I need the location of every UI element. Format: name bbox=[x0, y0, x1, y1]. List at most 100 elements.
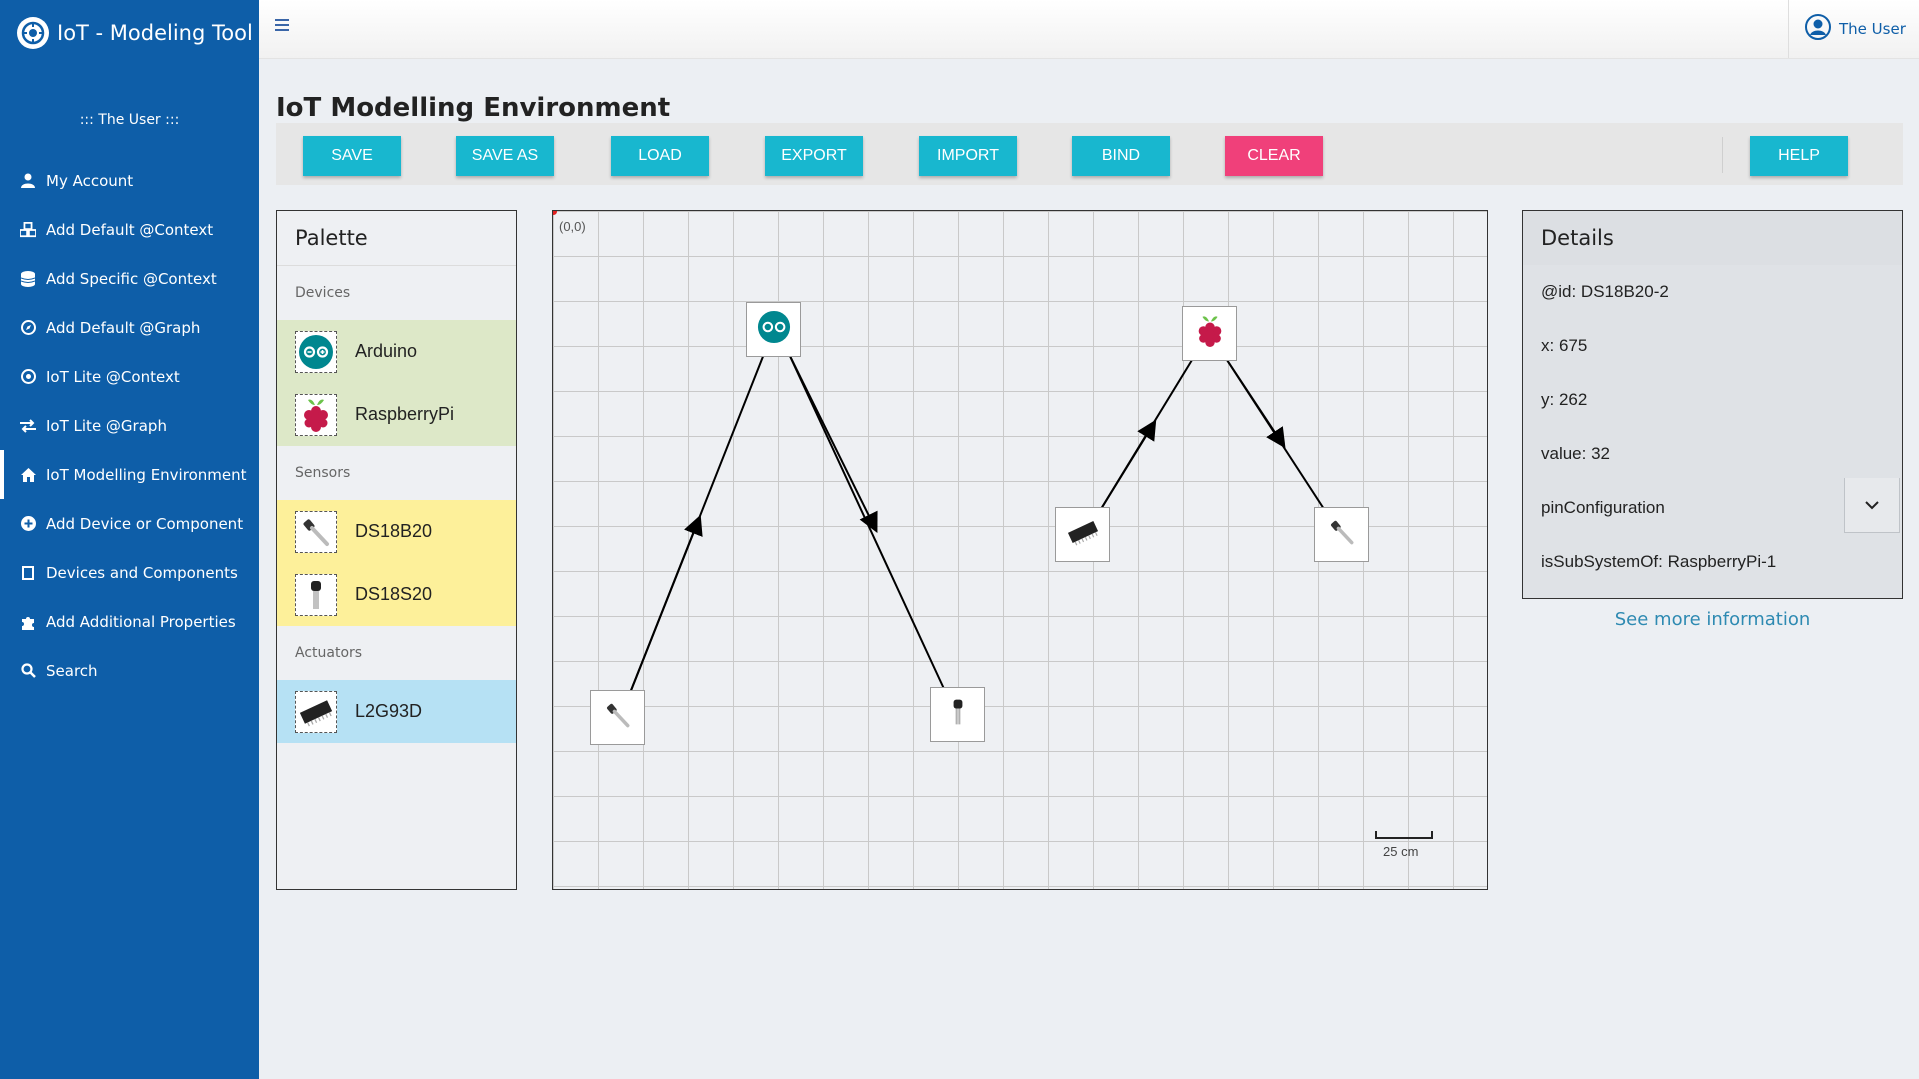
sidebar-item-iot-lite-graph[interactable]: IoT Lite @Graph bbox=[0, 401, 259, 450]
search-icon bbox=[20, 663, 36, 679]
sidebar-item-label: My Account bbox=[46, 171, 134, 190]
details-title: Details bbox=[1523, 211, 1902, 265]
exchange-icon bbox=[20, 418, 36, 434]
top-user-menu[interactable]: The User bbox=[1788, 0, 1919, 58]
sidebar-item-add-specific-context[interactable]: Add Specific @Context bbox=[0, 254, 259, 303]
arduino-icon bbox=[757, 310, 791, 349]
temperature-sensor-icon bbox=[295, 573, 337, 616]
home-icon bbox=[20, 467, 36, 483]
detail-value: value: 32 bbox=[1541, 444, 1610, 463]
sidebar-item-label: Devices and Components bbox=[46, 563, 238, 582]
sidebar-item-add-device-or-component[interactable]: Add Device or Component bbox=[0, 499, 259, 548]
raspberry-pi-icon bbox=[295, 393, 337, 436]
save-as-button[interactable]: SAVE AS bbox=[456, 136, 554, 176]
palette-item-ds18b20[interactable]: DS18B20 bbox=[277, 500, 516, 563]
sidebar-item-label: Add Device or Component bbox=[46, 514, 244, 533]
plus-circle-icon bbox=[20, 516, 36, 532]
palette-item-arduino[interactable]: Arduino bbox=[277, 320, 516, 383]
canvas-node-ds18b20-1[interactable] bbox=[590, 690, 645, 745]
sidebar-item-iot-modelling-environment[interactable]: IoT Modelling Environment bbox=[0, 450, 259, 499]
detail-y: y: 262 bbox=[1541, 390, 1588, 409]
save-button[interactable]: SAVE bbox=[303, 136, 401, 176]
bind-button[interactable]: BIND bbox=[1072, 136, 1170, 176]
ic-chip-icon bbox=[1066, 518, 1100, 551]
detail-sub-system-of: isSubSystemOf: RaspberryPi-1 bbox=[1541, 552, 1777, 571]
top-bar: The User bbox=[259, 0, 1919, 59]
help-button[interactable]: HELP bbox=[1750, 136, 1848, 176]
app-logo-icon bbox=[17, 17, 49, 49]
arduino-icon bbox=[295, 330, 337, 373]
sidebar-item-iot-lite-context[interactable]: IoT Lite @Context bbox=[0, 352, 259, 401]
palette-item-label: DS18B20 bbox=[355, 521, 433, 541]
scale-label: 25 cm bbox=[1383, 844, 1419, 859]
sidebar-item-my-account[interactable]: My Account bbox=[0, 156, 259, 205]
brand[interactable]: IoT - Modeling Tool bbox=[17, 16, 253, 50]
sidebar-item-label: IoT Modelling Environment bbox=[46, 465, 247, 484]
export-button[interactable]: EXPORT bbox=[765, 136, 863, 176]
sidebar: IoT - Modeling Tool ::: The User ::: My … bbox=[0, 0, 259, 1079]
sidebar-item-label: Search bbox=[46, 661, 98, 680]
clear-button[interactable]: CLEAR bbox=[1225, 136, 1323, 176]
user-avatar-icon bbox=[1805, 14, 1831, 44]
temperature-probe-icon bbox=[295, 510, 337, 553]
database-icon bbox=[20, 270, 36, 287]
temperature-probe-icon bbox=[1327, 517, 1357, 552]
sidebar-item-label: Add Specific @Context bbox=[46, 269, 217, 288]
app-title: IoT - Modeling Tool bbox=[57, 21, 253, 45]
details-panel: Details @id: DS18B20-2 x: 675 y: 262 val… bbox=[1522, 210, 1903, 599]
modeling-canvas[interactable]: (0,0) 25 cm bbox=[552, 210, 1488, 890]
top-user-name: The User bbox=[1839, 20, 1906, 38]
raspberry-pi-icon bbox=[1193, 312, 1227, 355]
origin-label: (0,0) bbox=[559, 219, 586, 234]
detail-id: @id: DS18B20-2 bbox=[1541, 282, 1669, 301]
user-icon bbox=[20, 173, 36, 189]
canvas-node-ds18s20[interactable] bbox=[930, 687, 985, 742]
cubes-icon bbox=[20, 221, 36, 238]
palette-section-devices: Devices bbox=[295, 285, 351, 301]
sidebar-item-add-additional-properties[interactable]: Add Additional Properties bbox=[0, 597, 259, 646]
page-title: IoT Modelling Environment bbox=[276, 93, 671, 123]
scale-bar bbox=[1375, 831, 1433, 839]
toolbar-divider bbox=[1722, 137, 1723, 173]
chevron-down-icon[interactable] bbox=[1844, 478, 1900, 533]
canvas-node-ds18b20-2[interactable] bbox=[1314, 507, 1369, 562]
palette-item-ds18s20[interactable]: DS18S20 bbox=[277, 563, 516, 626]
temperature-sensor-icon bbox=[943, 695, 973, 734]
sidebar-user-banner: ::: The User ::: bbox=[79, 112, 180, 128]
square-icon bbox=[20, 565, 36, 581]
sidebar-item-devices-and-components[interactable]: Devices and Components bbox=[0, 548, 259, 597]
target-icon bbox=[20, 369, 36, 385]
sidebar-item-label: Add Additional Properties bbox=[46, 612, 236, 631]
palette-item-label: Arduino bbox=[355, 341, 418, 361]
sidebar-item-add-default-graph[interactable]: Add Default @Graph bbox=[0, 303, 259, 352]
link-arduino-to-sensor bbox=[788, 353, 946, 692]
sidebar-item-label: Add Default @Graph bbox=[46, 318, 201, 337]
palette-item-label: DS18S20 bbox=[355, 584, 433, 604]
palette-panel: Palette Devices Arduino RaspberryPi Sens… bbox=[276, 210, 517, 890]
load-button[interactable]: LOAD bbox=[611, 136, 709, 176]
sidebar-item-search[interactable]: Search bbox=[0, 646, 259, 695]
hamburger-menu-icon[interactable] bbox=[275, 19, 289, 31]
canvas-node-raspberrypi[interactable] bbox=[1182, 306, 1237, 361]
sidebar-item-label: IoT Lite @Context bbox=[46, 367, 180, 386]
sidebar-item-label: IoT Lite @Graph bbox=[46, 416, 167, 435]
palette-title: Palette bbox=[277, 211, 516, 266]
palette-item-raspberrypi[interactable]: RaspberryPi bbox=[277, 383, 516, 446]
ic-chip-icon bbox=[295, 690, 337, 733]
palette-item-label: RaspberryPi bbox=[355, 404, 455, 424]
import-button[interactable]: IMPORT bbox=[919, 136, 1017, 176]
see-more-information-link[interactable]: See more information bbox=[1522, 609, 1903, 630]
pin-configuration-dropdown[interactable]: pinConfiguration bbox=[1523, 478, 1902, 535]
sidebar-menu: My Account Add Default @Context Add Spec… bbox=[0, 156, 259, 695]
palette-item-l2g93d[interactable]: L2G93D bbox=[277, 680, 516, 743]
palette-section-actuators: Actuators bbox=[295, 645, 363, 661]
detail-x: x: 675 bbox=[1541, 336, 1588, 355]
puzzle-icon bbox=[20, 614, 36, 630]
sidebar-item-add-default-context[interactable]: Add Default @Context bbox=[0, 205, 259, 254]
sidebar-item-label: Add Default @Context bbox=[46, 220, 214, 239]
canvas-node-arduino[interactable] bbox=[746, 302, 801, 357]
canvas-node-l2g93d[interactable] bbox=[1055, 507, 1110, 562]
compass-icon bbox=[20, 320, 36, 336]
palette-item-label: L2G93D bbox=[355, 701, 423, 721]
toolbar: SAVE SAVE AS LOAD EXPORT IMPORT BIND CLE… bbox=[276, 123, 1903, 185]
